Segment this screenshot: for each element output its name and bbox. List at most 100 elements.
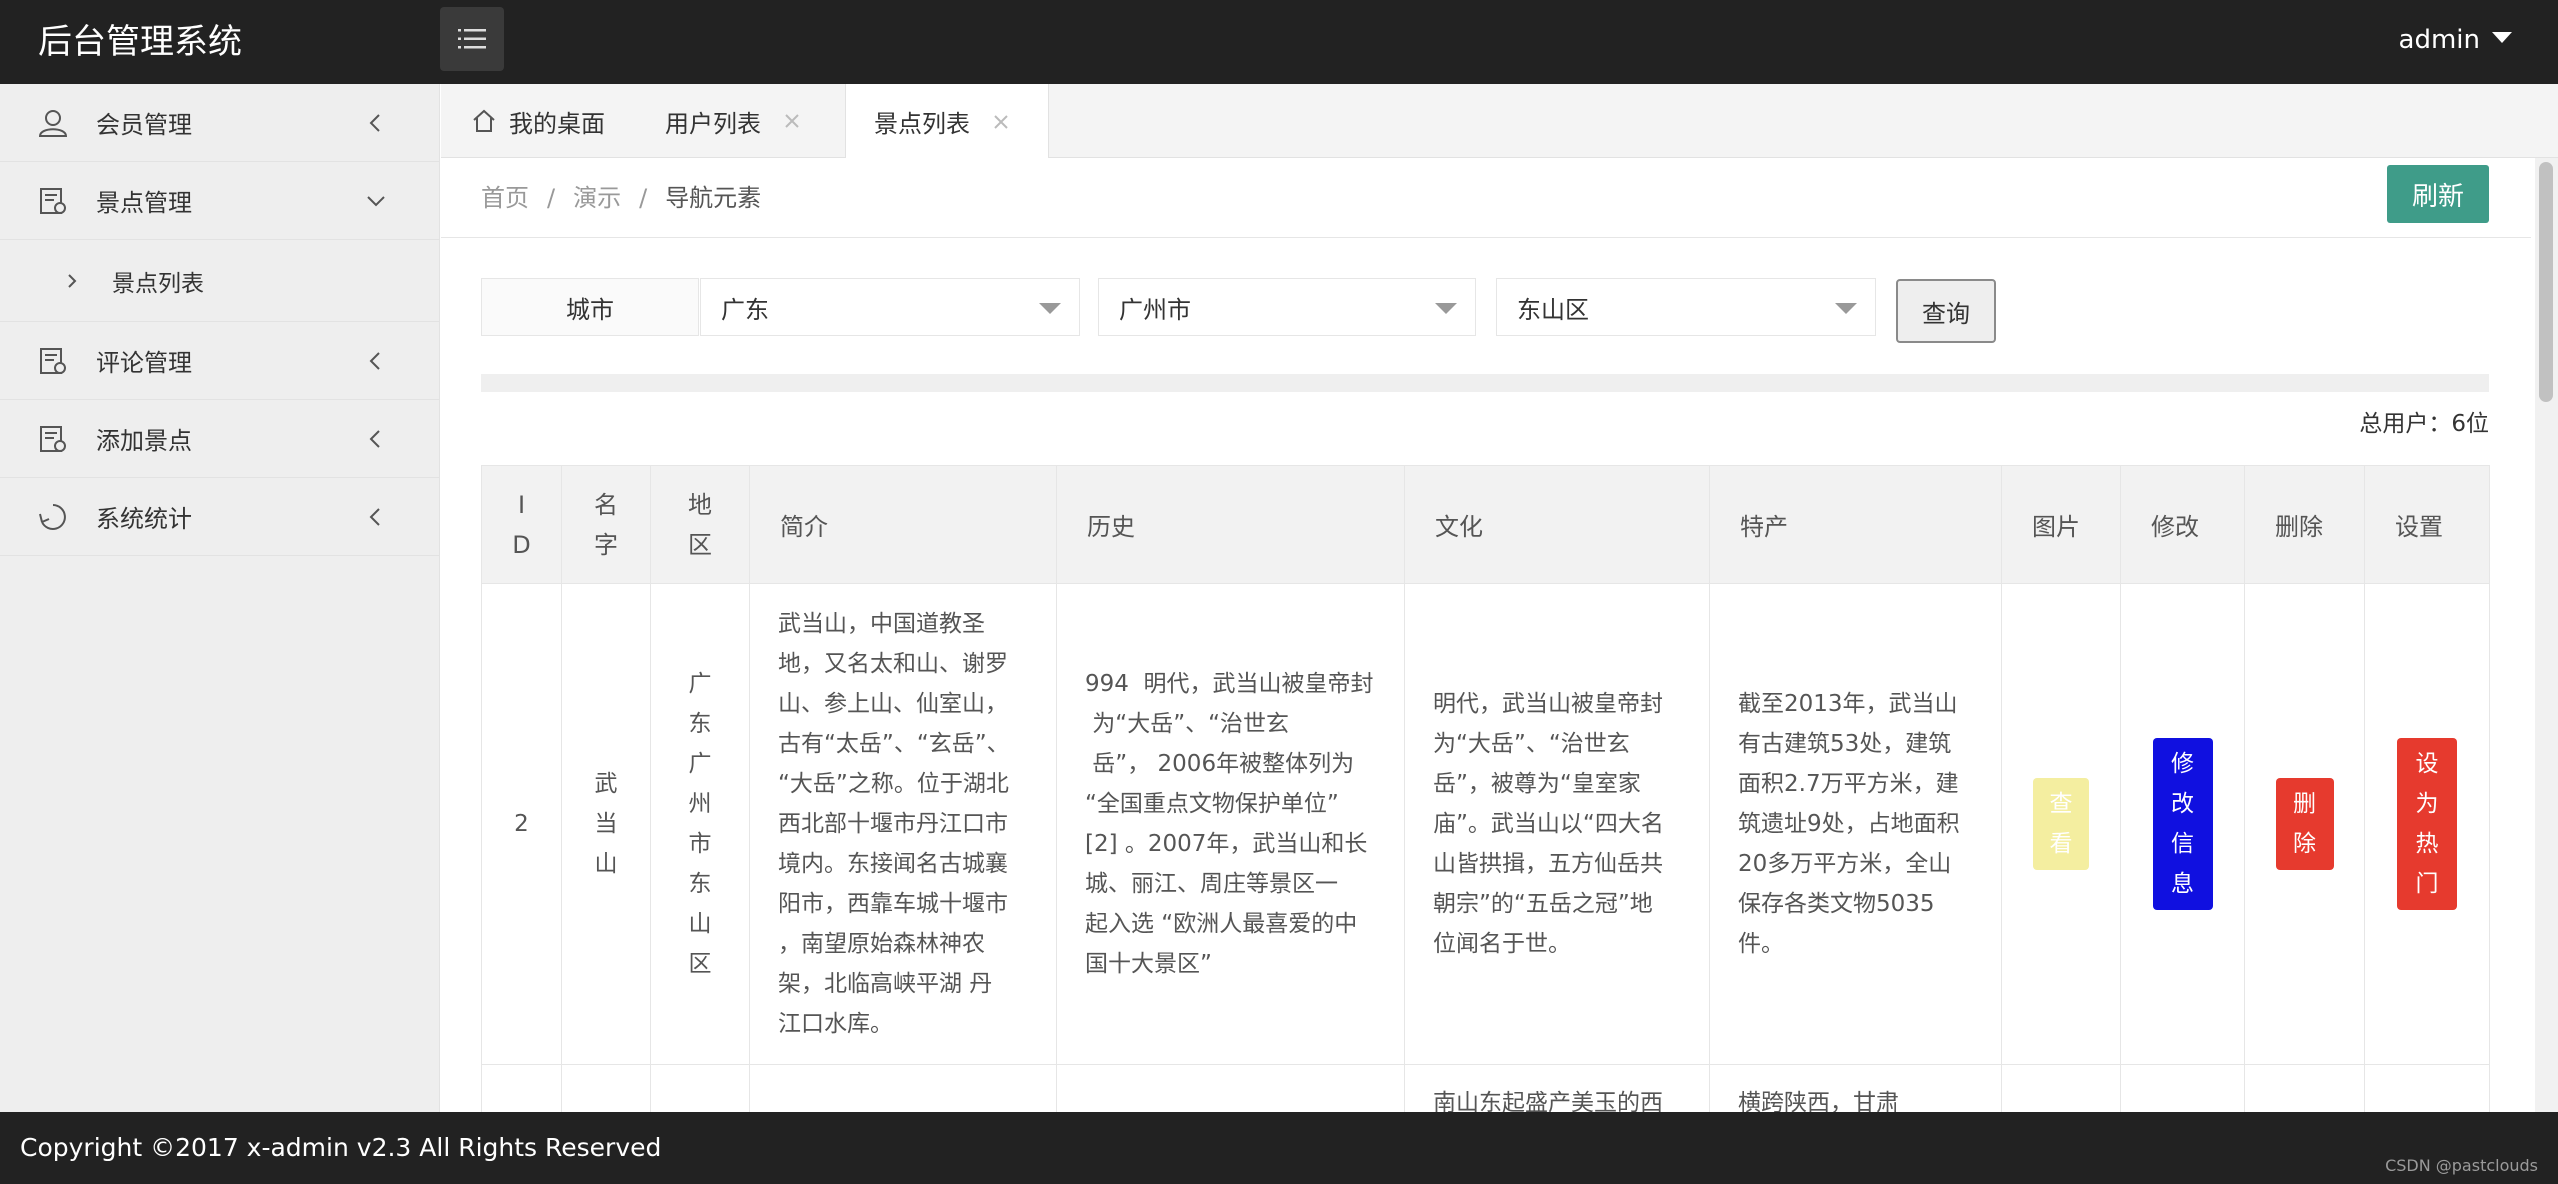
sidebar-item-comment[interactable]: 评论管理 bbox=[0, 322, 439, 400]
breadcrumb-bar: 首页 / 演示 / 导航元素 刷新 bbox=[441, 158, 2531, 238]
scrollbar-thumb[interactable] bbox=[2539, 162, 2553, 402]
sidebar-subitem-scenic-list[interactable]: 景点列表 bbox=[0, 240, 439, 322]
header-region: 地区 bbox=[650, 465, 750, 584]
cell-intro bbox=[749, 1064, 1057, 1112]
home-icon bbox=[473, 109, 495, 132]
set-hot-button[interactable]: 设为热门 bbox=[2397, 738, 2457, 910]
chevron-left-icon bbox=[369, 429, 380, 448]
header-id: ID bbox=[481, 465, 562, 584]
main-content: 首页 / 演示 / 导航元素 刷新 城市 广东 广州市 东山区 查询 总用户：6… bbox=[441, 158, 2531, 1112]
cell-culture: 南山东起盛产美玉的西 bbox=[1404, 1064, 1710, 1112]
header-culture: 文化 bbox=[1404, 465, 1710, 584]
chevron-down-icon bbox=[367, 195, 385, 206]
header-edit: 修改 bbox=[2120, 465, 2245, 584]
app-logo: 后台管理系统 bbox=[38, 22, 242, 62]
table-row: 2 武当山 广东广州市东山区 武当山，中国道教圣 地，又名太和山、谢罗 山、参上山、… bbox=[481, 583, 2490, 1065]
table-header-row: ID 名字 地区 简介 历史 文化 特产 图片 修改 删除 设置 bbox=[481, 465, 2490, 584]
cell-id bbox=[481, 1064, 562, 1112]
sidebar-item-label: 系统统计 bbox=[96, 505, 192, 533]
caret-down-icon bbox=[1835, 303, 1857, 314]
close-icon[interactable] bbox=[992, 113, 1010, 131]
city-select[interactable]: 广州市 bbox=[1098, 278, 1476, 336]
query-button[interactable]: 查询 bbox=[1896, 279, 1996, 343]
main-scrollbar[interactable] bbox=[2535, 158, 2558, 1112]
chevron-left-icon bbox=[369, 113, 380, 132]
tab-desktop[interactable]: 我的桌面 bbox=[471, 84, 605, 158]
sidebar-subitem-label: 景点列表 bbox=[112, 270, 204, 297]
list-icon bbox=[458, 29, 486, 49]
header-delete: 删除 bbox=[2244, 465, 2365, 584]
cell-intro: 武当山，中国道教圣 地，又名太和山、谢罗 山、参上山、仙室山， 古有“太岳”、“玄岳”… bbox=[749, 583, 1057, 1065]
sidebar-item-label: 景点管理 bbox=[96, 189, 192, 217]
cell-image: 查看 bbox=[2001, 583, 2121, 1065]
user-menu[interactable]: admin bbox=[2399, 20, 2512, 60]
top-header: 后台管理系统 admin bbox=[0, 0, 2558, 84]
sidebar-item-scenic[interactable]: 景点管理 bbox=[0, 162, 439, 240]
breadcrumb-demo[interactable]: 演示 bbox=[573, 180, 621, 216]
user-icon bbox=[38, 109, 68, 137]
cell-region bbox=[650, 1064, 750, 1112]
cell-culture: 明代，武当山被皇帝封 为“大岳”、“治世玄 岳”，被尊为“皇室家 庙”。武当山以“四大… bbox=[1404, 583, 1710, 1065]
breadcrumb-separator: / bbox=[547, 184, 556, 212]
edit-info-button[interactable]: 修改信息 bbox=[2152, 738, 2213, 910]
province-value: 广东 bbox=[721, 295, 769, 324]
cell-delete bbox=[2244, 1064, 2365, 1112]
copyright-text: Copyright ©2017 x-admin v2.3 All Rights … bbox=[20, 1133, 662, 1162]
cell-id: 2 bbox=[481, 583, 562, 1065]
caret-down-icon bbox=[1435, 303, 1457, 314]
cell-region: 广东广州市东山区 bbox=[650, 583, 750, 1065]
district-value: 东山区 bbox=[1517, 295, 1589, 324]
cell-history: 994 明代，武当山被皇帝封 为“大岳”、“治世玄 岳”， 2006年被整体列为… bbox=[1056, 583, 1405, 1065]
header-intro: 简介 bbox=[749, 465, 1057, 584]
cell-name: 武当山 bbox=[561, 583, 651, 1065]
close-icon[interactable] bbox=[783, 112, 801, 130]
cell-image bbox=[2001, 1064, 2121, 1112]
tab-user-list[interactable]: 用户列表 bbox=[665, 84, 801, 158]
cell-settings bbox=[2364, 1064, 2490, 1112]
caret-down-icon bbox=[1039, 303, 1061, 314]
chart-icon bbox=[39, 503, 66, 530]
district-select[interactable]: 东山区 bbox=[1496, 278, 1876, 336]
header-settings: 设置 bbox=[2364, 465, 2490, 584]
cell-edit bbox=[2120, 1064, 2245, 1112]
tab-label: 景点列表 bbox=[874, 110, 970, 138]
tab-scenic-list[interactable]: 景点列表 bbox=[845, 84, 1049, 159]
sidebar-item-member[interactable]: 会员管理 bbox=[0, 84, 439, 162]
document-icon bbox=[40, 187, 66, 214]
chevron-left-icon bbox=[369, 351, 380, 370]
sidebar-item-add-scenic[interactable]: 添加景点 bbox=[0, 400, 439, 478]
breadcrumb-current: 导航元素 bbox=[665, 184, 762, 212]
delete-button[interactable]: 删除 bbox=[2275, 778, 2334, 870]
sidebar-item-statistics[interactable]: 系统统计 bbox=[0, 478, 439, 556]
cell-specialty: 截至2013年，武当山 有古建筑53处，建筑 面积2.7万平方米，建 筑遗址9处，占地… bbox=[1709, 583, 2002, 1065]
breadcrumb-separator: / bbox=[639, 184, 648, 212]
breadcrumb-home[interactable]: 首页 bbox=[481, 180, 529, 216]
city-filter-label: 城市 bbox=[481, 278, 699, 336]
province-select[interactable]: 广东 bbox=[700, 278, 1080, 336]
footer: Copyright ©2017 x-admin v2.3 All Rights … bbox=[0, 1112, 2558, 1184]
cell-edit: 修改信息 bbox=[2120, 583, 2245, 1065]
cell-delete: 删除 bbox=[2244, 583, 2365, 1065]
caret-down-icon bbox=[2492, 31, 2512, 43]
breadcrumb: 首页 / 演示 / 导航元素 bbox=[481, 180, 761, 216]
document-icon bbox=[40, 425, 66, 452]
tab-label: 用户列表 bbox=[665, 109, 761, 138]
user-name: admin bbox=[2398, 25, 2480, 55]
city-value: 广州市 bbox=[1119, 295, 1191, 324]
cell-history bbox=[1056, 1064, 1405, 1112]
menu-toggle-button[interactable] bbox=[440, 7, 504, 71]
cell-specialty: 横跨陕西，甘肃 bbox=[1709, 1064, 2002, 1112]
header-specialty: 特产 bbox=[1709, 465, 2002, 584]
chevron-right-icon bbox=[68, 273, 77, 288]
refresh-button[interactable]: 刷新 bbox=[2387, 165, 2489, 223]
cell-settings: 设为热门 bbox=[2364, 583, 2490, 1065]
view-button[interactable]: 查看 bbox=[2033, 778, 2089, 870]
tab-bar: 我的桌面 用户列表 景点列表 bbox=[441, 84, 2558, 159]
sidebar-item-label: 会员管理 bbox=[96, 111, 192, 139]
header-image: 图片 bbox=[2001, 465, 2121, 584]
chevron-left-icon bbox=[369, 507, 380, 526]
header-name: 名字 bbox=[561, 465, 651, 584]
watermark-text: CSDN @pastclouds bbox=[2385, 1156, 2538, 1175]
sidebar-item-label: 添加景点 bbox=[96, 427, 192, 455]
table-row: 南山东起盛产美玉的西 横跨陕西，甘肃 bbox=[481, 1064, 2490, 1112]
